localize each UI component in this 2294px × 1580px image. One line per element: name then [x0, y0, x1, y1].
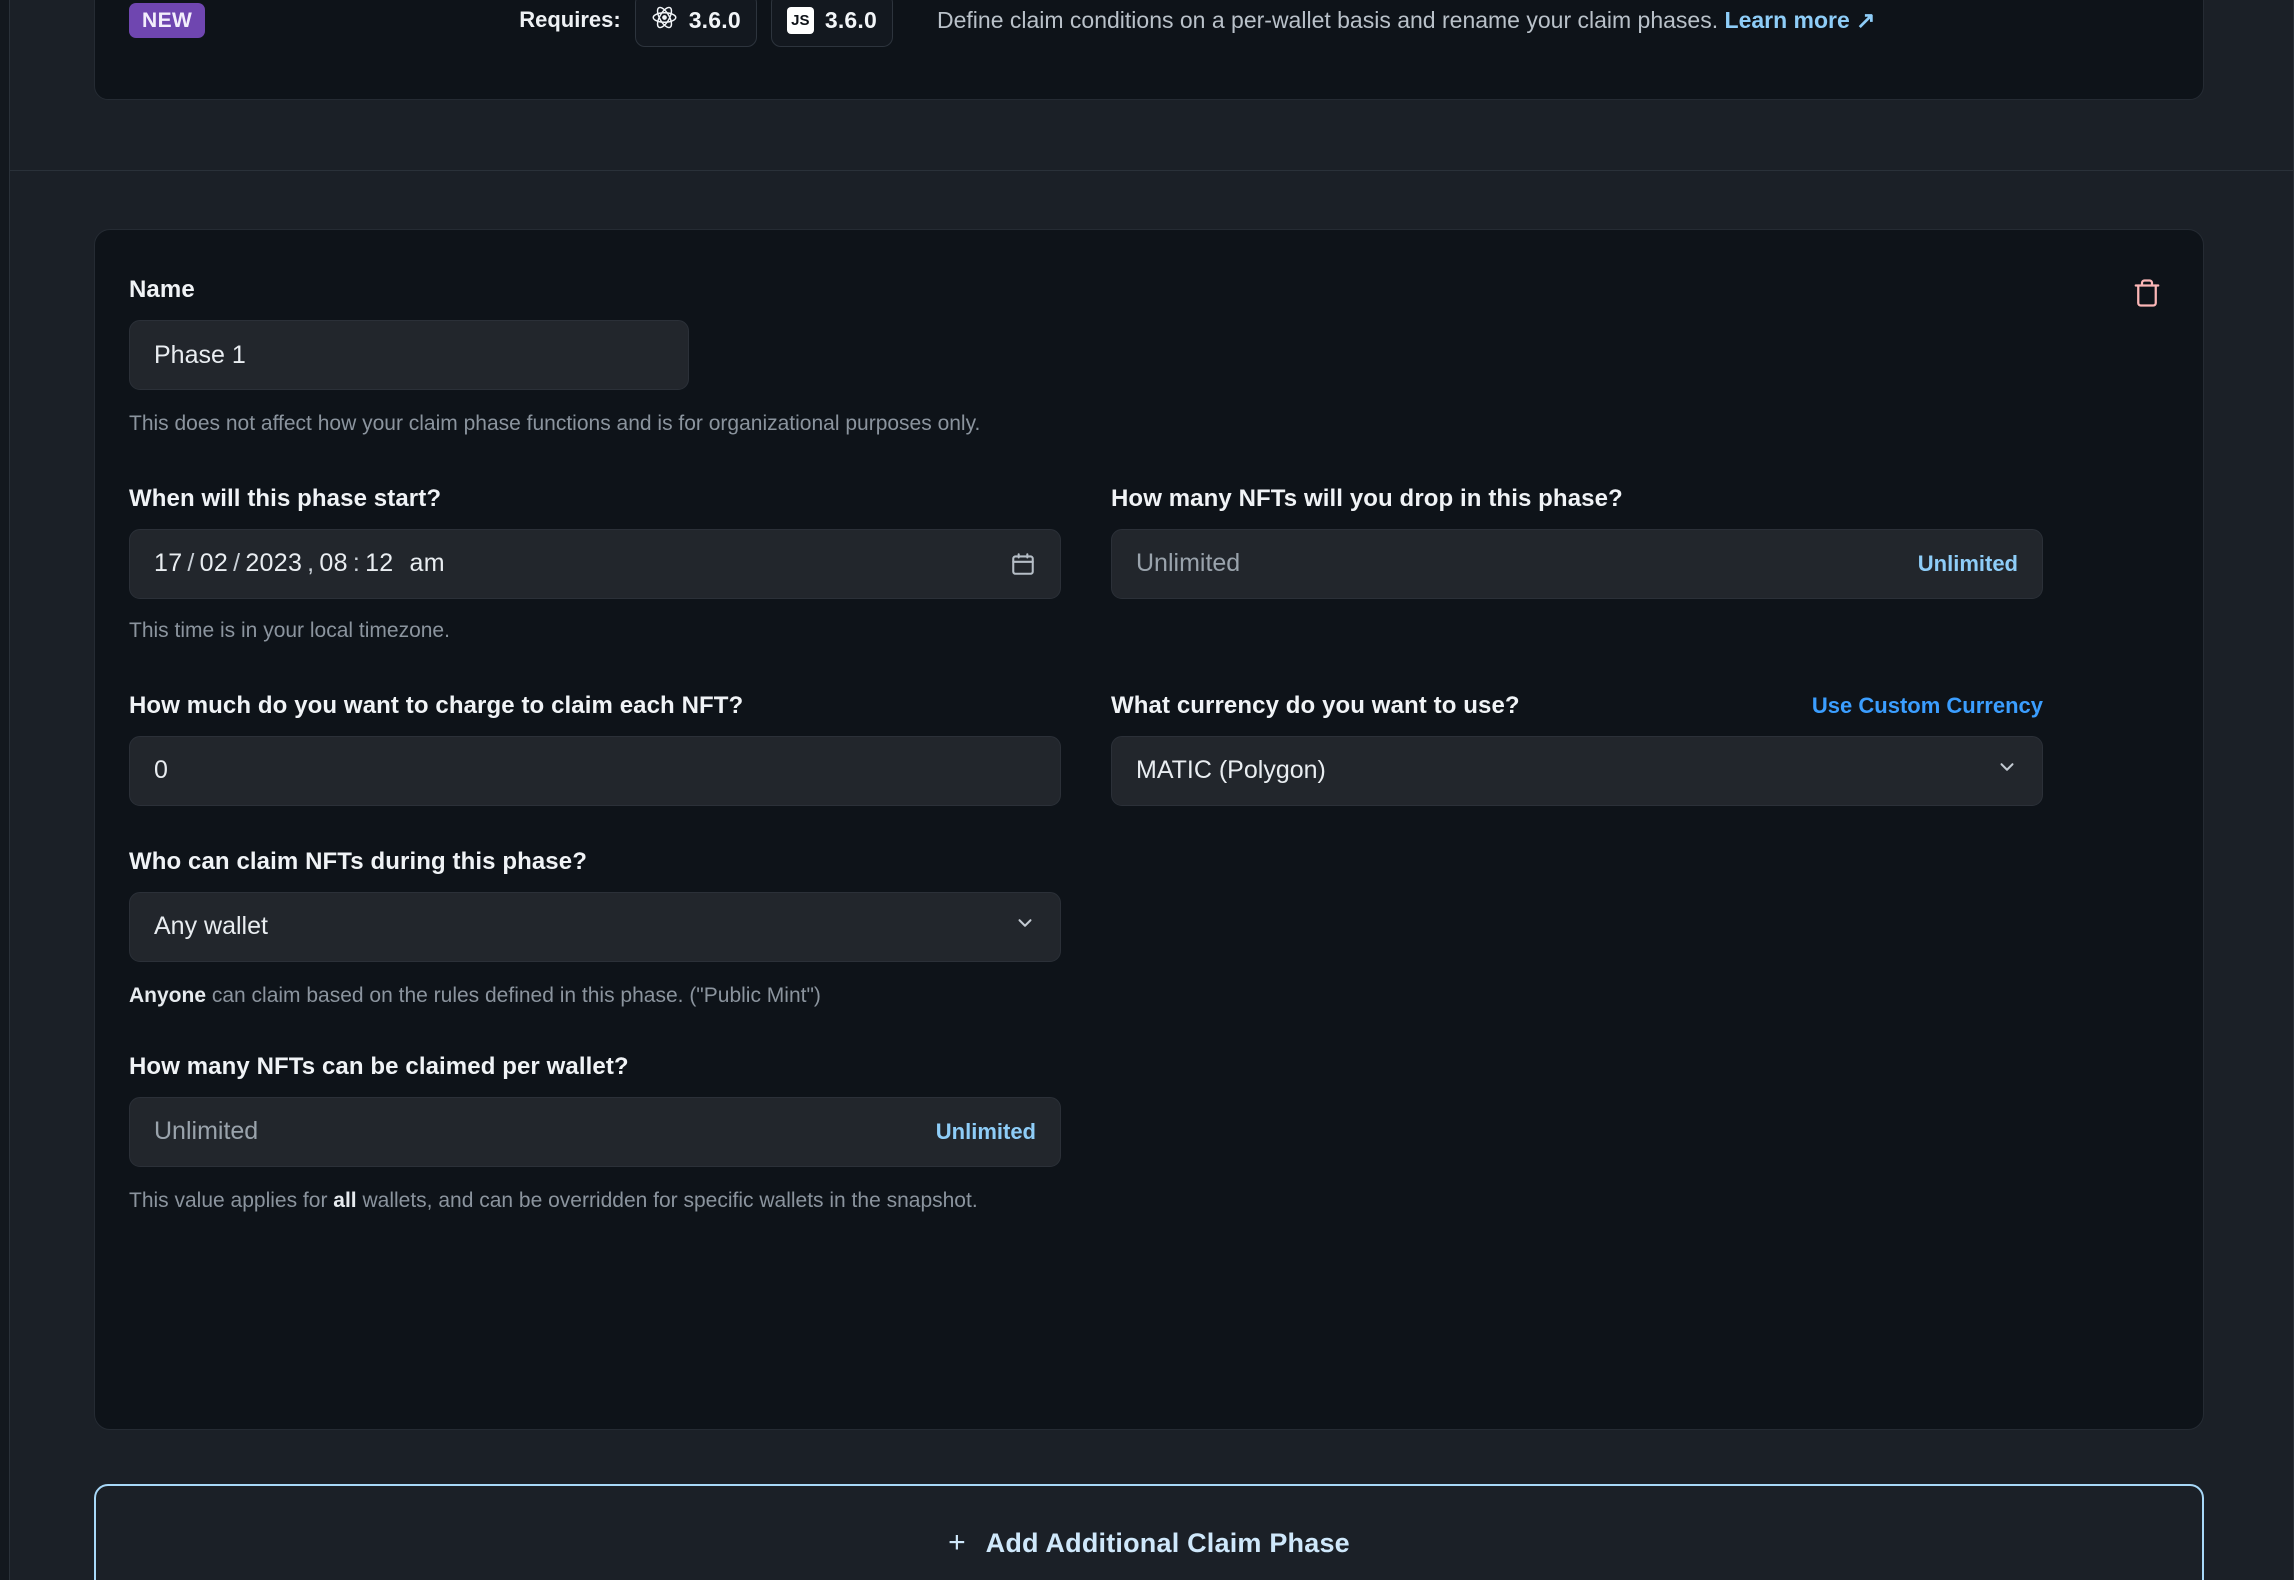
add-additional-claim-phase-button[interactable]: + Add Additional Claim Phase — [94, 1484, 2204, 1580]
chevron-down-icon — [1996, 756, 2018, 785]
learn-more-label: Learn more — [1725, 7, 1850, 33]
currency-field: What currency do you want to use? Use Cu… — [1111, 692, 2043, 806]
learn-more-link[interactable]: Learn more ↗ — [1725, 7, 1876, 33]
who-can-claim-selected-value: Any wallet — [154, 912, 268, 941]
start-date-label: When will this phase start? — [129, 485, 1061, 513]
content-column: NEW Requires: 3.6.0 — [9, 0, 2294, 1580]
per-wallet-helper-pre: This value applies for — [129, 1189, 333, 1212]
per-wallet-input[interactable]: Unlimited Unlimited — [129, 1097, 1061, 1167]
per-wallet-helper-text: This value applies for all wallets, and … — [129, 1187, 1009, 1216]
date-time-comma: , — [304, 549, 317, 578]
supply-input[interactable]: Unlimited Unlimited — [1111, 529, 2043, 599]
row-start-and-supply: When will this phase start? 17 / 02 / 20… — [129, 485, 2169, 646]
banner-description: Define claim conditions on a per-wallet … — [937, 7, 1718, 33]
add-phase-label: Add Additional Claim Phase — [986, 1528, 1350, 1559]
who-can-claim-field: Who can claim NFTs during this phase? An… — [129, 848, 1061, 1011]
who-helper-rest: can claim based on the rules defined in … — [206, 984, 821, 1007]
time-separator: : — [350, 549, 363, 578]
react-icon — [651, 4, 678, 36]
who-helper-bold: Anyone — [129, 984, 206, 1007]
banner-description-wrap: Define claim conditions on a per-wallet … — [937, 7, 1875, 34]
start-date-input[interactable]: 17 / 02 / 2023 , 08 : 12 am — [129, 529, 1061, 599]
start-date-field: When will this phase start? 17 / 02 / 20… — [129, 485, 1061, 646]
phase-card-header: Name Phase 1 — [129, 276, 2169, 390]
supply-placeholder: Unlimited — [1136, 549, 1240, 578]
javascript-version-text: 3.6.0 — [825, 7, 877, 34]
javascript-version-chip: JS 3.6.0 — [771, 0, 893, 47]
requires-group: Requires: 3.6.0 J — [519, 0, 893, 47]
currency-select[interactable]: MATIC (Polygon) — [1111, 736, 2043, 806]
supply-unlimited-button[interactable]: Unlimited — [1918, 551, 2018, 577]
start-day: 17 — [154, 549, 182, 578]
plus-icon: + — [948, 1528, 966, 1558]
start-hour: 08 — [319, 549, 347, 578]
start-ampm: am — [410, 549, 445, 578]
currency-label: What currency do you want to use? — [1111, 692, 1520, 720]
who-can-claim-label: Who can claim NFTs during this phase? — [129, 848, 1061, 876]
claim-conditions-page: NEW Requires: 3.6.0 — [0, 0, 2294, 1580]
who-can-claim-select[interactable]: Any wallet — [129, 892, 1061, 962]
use-custom-currency-button[interactable]: Use Custom Currency — [1812, 693, 2043, 719]
new-feature-banner: NEW Requires: 3.6.0 — [94, 0, 2204, 100]
currency-label-row: What currency do you want to use? Use Cu… — [1111, 692, 2043, 720]
price-value: 0 — [154, 756, 168, 785]
supply-field: How many NFTs will you drop in this phas… — [1111, 485, 2043, 646]
name-field: Name Phase 1 — [129, 276, 689, 390]
start-year: 2023 — [245, 549, 302, 578]
per-wallet-field: How many NFTs can be claimed per wallet?… — [129, 1053, 1061, 1216]
new-feature-banner-section: NEW Requires: 3.6.0 — [10, 0, 2293, 171]
phase-name-input[interactable]: Phase 1 — [129, 320, 689, 390]
react-version-text: 3.6.0 — [689, 7, 741, 34]
name-label: Name — [129, 276, 689, 304]
chevron-down-icon — [1014, 912, 1036, 941]
row-price-and-currency: How much do you want to charge to claim … — [129, 692, 2169, 806]
price-input[interactable]: 0 — [129, 736, 1061, 806]
supply-label: How many NFTs will you drop in this phas… — [1111, 485, 2043, 513]
per-wallet-placeholder: Unlimited — [154, 1117, 258, 1146]
claim-phase-card: Name Phase 1 This does not affect how yo… — [94, 229, 2204, 1430]
per-wallet-helper-post: wallets, and can be overridden for speci… — [357, 1189, 978, 1212]
who-can-claim-helper-text: Anyone can claim based on the rules defi… — [129, 982, 1061, 1011]
name-helper-text: This does not affect how your claim phas… — [129, 410, 2169, 439]
per-wallet-helper-bold: all — [333, 1189, 356, 1212]
external-link-arrow-icon: ↗ — [1856, 7, 1875, 33]
per-wallet-unlimited-button[interactable]: Unlimited — [936, 1119, 1036, 1145]
calendar-icon[interactable] — [1010, 551, 1036, 577]
price-field: How much do you want to charge to claim … — [129, 692, 1061, 806]
start-date-helper-text: This time is in your local timezone. — [129, 617, 1061, 646]
javascript-icon: JS — [787, 7, 814, 34]
price-label: How much do you want to charge to claim … — [129, 692, 1061, 720]
date-separator-2: / — [230, 549, 243, 578]
delete-phase-button[interactable] — [2125, 272, 2169, 316]
start-minute: 12 — [365, 549, 393, 578]
start-month: 02 — [200, 549, 228, 578]
new-badge: NEW — [129, 3, 205, 38]
per-wallet-label: How many NFTs can be claimed per wallet? — [129, 1053, 1061, 1081]
date-separator-1: / — [184, 549, 197, 578]
requires-label: Requires: — [519, 7, 620, 33]
currency-selected-value: MATIC (Polygon) — [1136, 756, 1326, 785]
start-date-value: 17 / 02 / 2023 , 08 : 12 am — [154, 549, 445, 578]
trash-icon — [2132, 278, 2162, 311]
react-version-chip: 3.6.0 — [635, 0, 757, 47]
phase-name-value: Phase 1 — [154, 341, 246, 370]
